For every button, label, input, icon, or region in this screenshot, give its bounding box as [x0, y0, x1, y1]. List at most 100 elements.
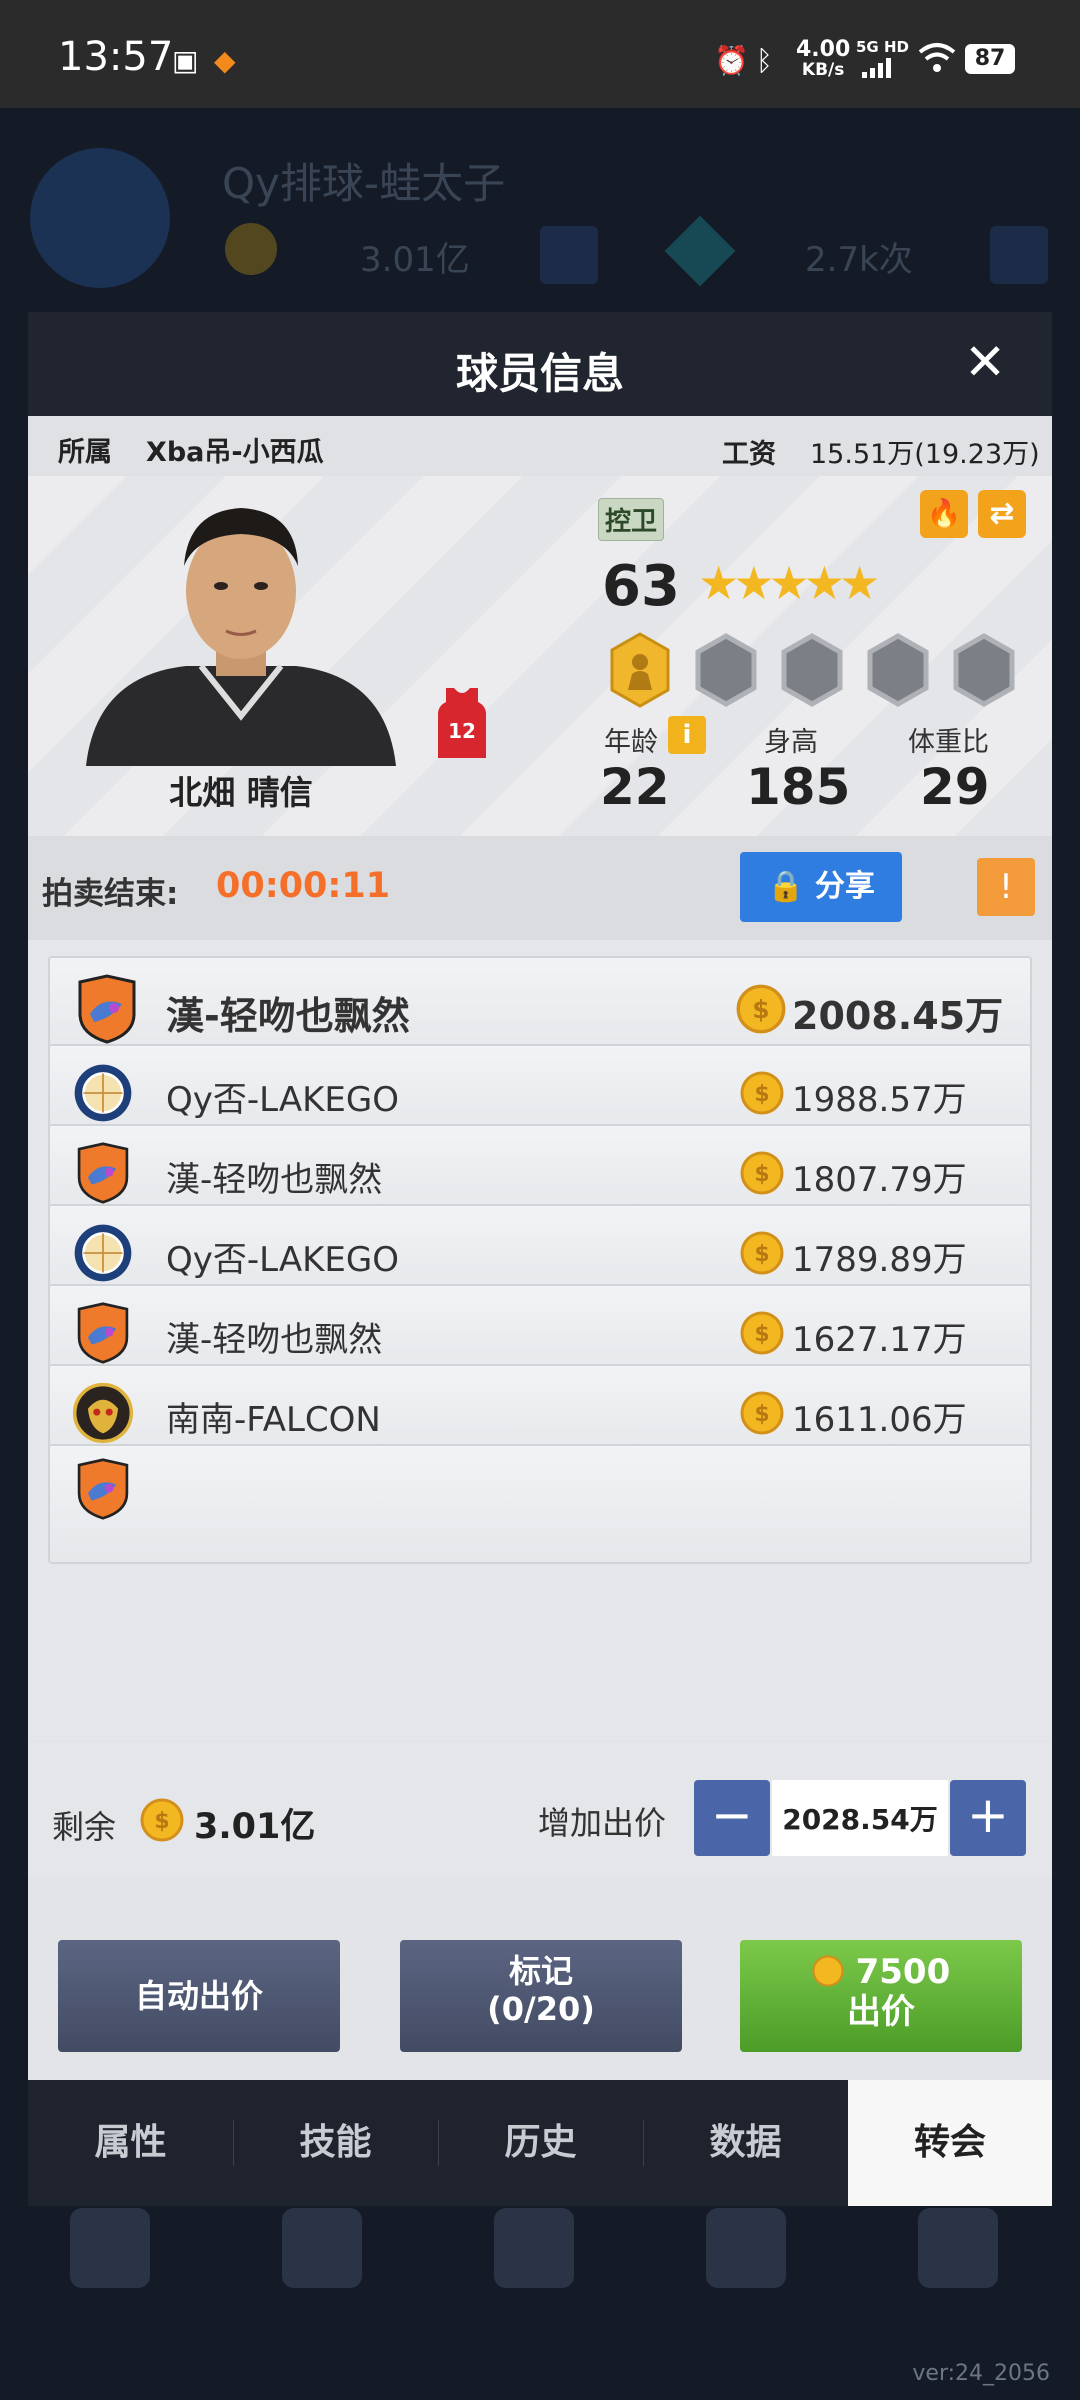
close-button[interactable]: ✕: [964, 334, 1006, 390]
svg-text:$: $: [754, 1162, 769, 1187]
coin-icon: [225, 223, 277, 275]
decrease-bid-button[interactable]: −: [694, 1780, 770, 1856]
bid-amount: 1789.89万: [792, 1239, 967, 1280]
modal-title: 球员信息: [455, 349, 624, 398]
coin-icon: $: [740, 1391, 784, 1435]
auction-row: 拍卖结束: 00:00:11 🔒 分享 !: [28, 836, 1052, 940]
nav-icon: [70, 2208, 150, 2288]
alarm-icon: ⏰: [714, 44, 749, 77]
mark-button[interactable]: 标记 (0/20): [400, 1940, 682, 2052]
auto-bid-button[interactable]: 自动出价: [58, 1940, 340, 2052]
svg-text:$: $: [754, 1242, 769, 1267]
network-speed: 4.00 KB/s: [796, 37, 851, 81]
mark-count: (0/20): [487, 1990, 595, 2028]
bid-amount: 1627.17万: [792, 1319, 967, 1360]
share-button[interactable]: 🔒 分享: [740, 852, 902, 922]
remain-value: 3.01亿: [194, 1807, 316, 1847]
mark-label: 标记: [508, 1952, 573, 1990]
tab-skills[interactable]: 技能: [233, 2080, 438, 2206]
position-tag: 控卫: [598, 498, 665, 541]
belong-value: Xba吊-小西瓜: [146, 437, 324, 468]
skill-badge-empty[interactable]: [946, 632, 1022, 708]
raise-bid-label: 增加出价: [538, 1804, 667, 1842]
height-label: 身高: [764, 727, 818, 758]
team-logo-icon: [72, 974, 142, 1044]
weight-ratio-label: 体重比: [908, 727, 989, 758]
coin-icon: $: [740, 1231, 784, 1275]
skill-badge-empty[interactable]: [860, 632, 936, 708]
skill-badge-gold[interactable]: [602, 632, 678, 708]
team-logo-icon: [72, 1458, 134, 1520]
network-speed-value: 4.00: [796, 37, 851, 62]
bid-amount: 1988.57万: [792, 1079, 967, 1120]
coin-icon: $: [140, 1798, 184, 1842]
skill-badge-empty[interactable]: [774, 632, 850, 708]
jersey-icon: 12: [438, 688, 486, 758]
add-money-button[interactable]: [540, 226, 598, 284]
svg-text:$: $: [752, 995, 769, 1024]
team-logo-icon: [72, 1302, 134, 1364]
svg-text:$: $: [754, 1402, 769, 1427]
player-portrait: [86, 508, 396, 766]
wifi-icon: [918, 42, 956, 78]
network-speed-unit: KB/s: [801, 60, 845, 80]
tab-bar: 属性 技能 历史 数据 转会: [28, 2080, 1052, 2206]
tab-separator: [438, 2120, 439, 2166]
raise-bid-input[interactable]: [772, 1780, 948, 1856]
svg-text:$: $: [754, 1322, 769, 1347]
bid-row: 漢-轻吻也飘然 $2008.45万: [48, 956, 1032, 1058]
tab-transfer[interactable]: 转会: [848, 2080, 1052, 2206]
signal-icon: [862, 58, 898, 82]
bid-amount: 1611.06万: [792, 1399, 967, 1440]
warning-button[interactable]: !: [977, 858, 1035, 916]
bidder-team-name: Qy否-LAKEGO: [166, 1239, 400, 1280]
coin-icon: $: [740, 1311, 784, 1355]
app-notification-icon: ◆: [214, 44, 236, 77]
nav-icon: [918, 2208, 998, 2288]
coin-icon: [812, 1955, 844, 1987]
add-diamond-button[interactable]: [990, 226, 1048, 284]
tab-history[interactable]: 历史: [438, 2080, 643, 2206]
bid-label: 出价: [847, 1992, 915, 2032]
svg-text:$: $: [154, 1809, 169, 1834]
nav-icon: [494, 2208, 574, 2288]
belong-label: 所属: [58, 437, 112, 468]
swap-icon[interactable]: ⇄: [978, 490, 1026, 538]
fire-icon[interactable]: 🔥: [920, 490, 968, 538]
bid-row-partial: [48, 1444, 1032, 1564]
status-bar: 13:57 ▣ ◆ ⏰ ᛒ 4.00 KB/s 5G HD 87: [0, 0, 1080, 108]
bid-amount: 2008.45万: [792, 994, 1004, 1039]
increase-bid-button[interactable]: +: [950, 1780, 1026, 1856]
bidder-team-name: Qy否-LAKEGO: [166, 1079, 400, 1120]
bidder-team-name: 南南-FALCON: [166, 1399, 381, 1440]
bid-history-list[interactable]: 漢-轻吻也飘然 $2008.45万 Qy否-LAKEGO $1988.57万 漢-轻吻也…: [28, 940, 1052, 1740]
nav-icon: [282, 2208, 362, 2288]
team-logo-icon: [72, 1382, 134, 1444]
diamond-value: 2.7k次: [805, 240, 913, 280]
skill-badge-empty[interactable]: [688, 632, 764, 708]
place-bid-button[interactable]: 7500 出价: [740, 1940, 1022, 2052]
status-time: 13:57: [58, 34, 174, 80]
age-value: 22: [600, 758, 670, 816]
coin-icon: $: [740, 1071, 784, 1115]
auction-end-label: 拍卖结束:: [42, 876, 179, 912]
money-value: 3.01亿: [360, 240, 470, 280]
star-rating: ★★★★★: [698, 556, 880, 610]
player-card: 12 北畑 晴信 控卫 🔥 ⇄ 63 ★★★★★ 年龄 i 身高 体重比 22 …: [28, 476, 1052, 836]
info-icon[interactable]: i: [668, 716, 706, 754]
salary-label: 工资: [722, 439, 776, 470]
team-logo: [30, 148, 170, 288]
bid-amount: 1807.79万: [792, 1159, 967, 1200]
salary-value: 15.51万(19.23万): [810, 439, 1040, 470]
bidder-team-name: 漢-轻吻也飘然: [166, 994, 410, 1039]
diamond-icon: [664, 215, 736, 287]
tab-stats[interactable]: 数据: [643, 2080, 848, 2206]
bidder-team-name: 漢-轻吻也飘然: [166, 1159, 383, 1200]
team-logo-icon: [72, 1142, 134, 1204]
modal-header: 球员信息 ✕: [28, 312, 1052, 416]
bid-cost-value: 7500: [855, 1952, 951, 1992]
tab-separator: [233, 2120, 234, 2166]
tab-attributes[interactable]: 属性: [28, 2080, 233, 2206]
svg-text:$: $: [754, 1082, 769, 1107]
version-label: ver:24_2056: [912, 2361, 1050, 2386]
